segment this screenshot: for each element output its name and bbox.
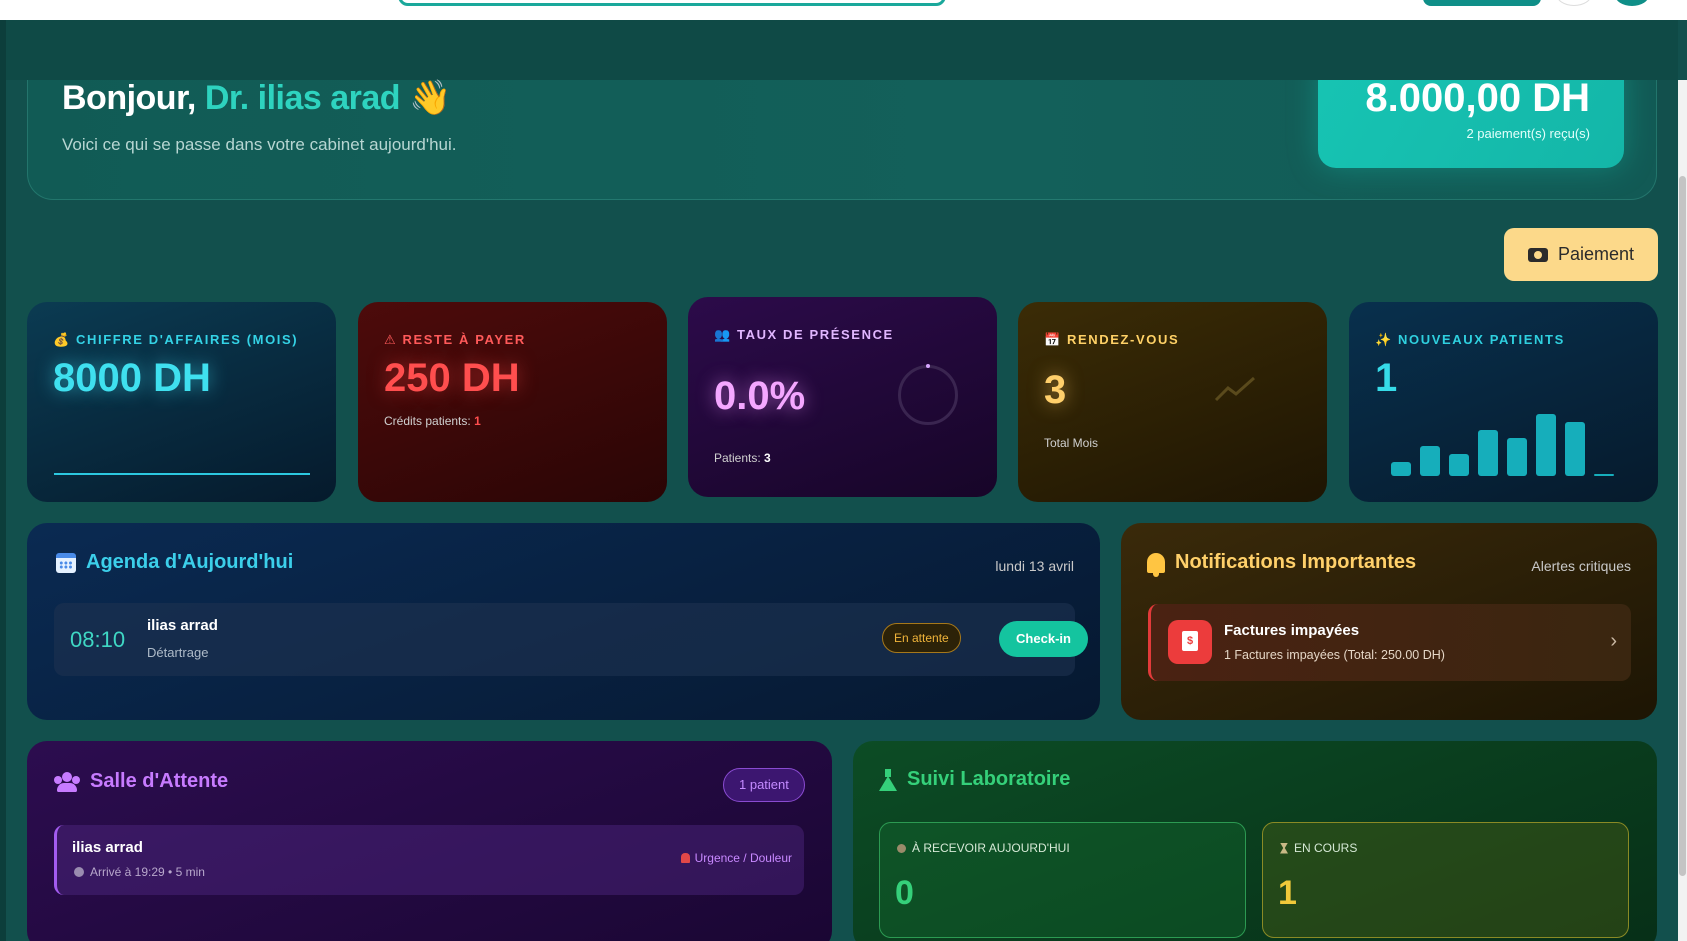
chart-bar bbox=[1565, 422, 1585, 476]
lab-receive-value: 0 bbox=[895, 874, 914, 912]
alert-description: 1 Factures impayées (Total: 250.00 DH) bbox=[1224, 648, 1445, 662]
stat-label: 💰 CHIFFRE D'AFFAIRES (MOIS) bbox=[53, 332, 299, 347]
stat-card-attendance: 👥 TAUX DE PRÉSENCE 0.0% Patients: 3 bbox=[688, 297, 997, 497]
notification-icon[interactable] bbox=[1556, 0, 1592, 6]
checkin-button[interactable]: Check-in bbox=[999, 621, 1088, 657]
waiting-room-title: Salle d'Attente bbox=[54, 770, 228, 793]
agenda-title: Agenda d'Aujourd'hui bbox=[56, 551, 293, 574]
clock-icon bbox=[74, 867, 84, 877]
chart-bar bbox=[1478, 430, 1498, 476]
stat-card-new-patients: ✨ NOUVEAUX PATIENTS 1 bbox=[1349, 302, 1658, 502]
payment-button[interactable]: Paiement bbox=[1504, 228, 1658, 281]
payment-button-label: Paiement bbox=[1557, 244, 1635, 264]
lab-inprogress-card[interactable]: EN COURS 1 bbox=[1262, 822, 1629, 938]
stat-value: 1 bbox=[1375, 356, 1398, 400]
package-icon bbox=[897, 843, 906, 853]
stat-card-due: ⚠ RESTE À PAYER 250 DH Crédits patients:… bbox=[358, 302, 667, 502]
waiting-patient-row[interactable]: ilias arrad Arrivé à 19:29 • 5 min Urgen… bbox=[54, 825, 804, 895]
stat-value: 250 DH bbox=[384, 356, 520, 400]
appointment-time: 08:10 bbox=[70, 627, 126, 652]
appointments-sub: Total Mois bbox=[1044, 436, 1099, 450]
bell-icon bbox=[1147, 552, 1165, 577]
stat-value: 3 bbox=[1044, 368, 1067, 412]
lab-panel: Suivi Laboratoire À RECEVOIR AUJOURD'HUI… bbox=[853, 741, 1657, 941]
alert-title: Factures impayées bbox=[1224, 622, 1360, 639]
patient-count-badge: 1 patient bbox=[723, 768, 805, 802]
trend-icon bbox=[1214, 376, 1255, 402]
agenda-panel: Agenda d'Aujourd'hui lundi 13 avril 08:1… bbox=[27, 523, 1100, 720]
chart-bar bbox=[1594, 474, 1614, 476]
chart-bar bbox=[1449, 454, 1469, 476]
lab-inprogress-label: EN COURS bbox=[1280, 841, 1357, 855]
sticky-header bbox=[6, 20, 1678, 80]
lab-receive-label: À RECEVOIR AUJOURD'HUI bbox=[897, 841, 1070, 855]
chart-bar bbox=[1391, 462, 1411, 476]
stat-value: 8000 DH bbox=[53, 356, 211, 400]
revenue-sparkline bbox=[54, 473, 310, 475]
waiting-patient-name: ilias arrad bbox=[72, 839, 143, 856]
stat-label: ⚠ RESTE À PAYER bbox=[384, 332, 526, 347]
chart-bar bbox=[1536, 414, 1556, 476]
attendance-ring-marker bbox=[926, 364, 930, 368]
scrollbar[interactable] bbox=[1678, 80, 1687, 941]
page-subtitle: Voici ce qui se passe dans votre cabinet… bbox=[62, 135, 457, 154]
waiting-room-panel: Salle d'Attente 1 patient ilias arrad Ar… bbox=[27, 741, 832, 941]
appointment-row[interactable]: 08:10 ilias arrad Détartrage En attente … bbox=[54, 603, 1088, 676]
search-input[interactable] bbox=[398, 0, 946, 6]
flask-icon bbox=[879, 768, 897, 791]
calendar-icon bbox=[56, 552, 76, 573]
hourglass-icon bbox=[1280, 842, 1288, 854]
notifications-panel: Notifications Importantes Alertes critiq… bbox=[1121, 523, 1657, 720]
agenda-date: lundi 13 avril bbox=[995, 558, 1074, 574]
credits-text: Crédits patients: 1 bbox=[384, 414, 481, 428]
chart-bar bbox=[1420, 446, 1440, 476]
revenue-payments-note: 2 paiement(s) reçu(s) bbox=[1466, 126, 1590, 141]
unpaid-invoices-alert[interactable]: Factures impayées 1 Factures impayées (T… bbox=[1148, 604, 1631, 681]
header-action-button[interactable] bbox=[1423, 0, 1541, 6]
top-bar bbox=[0, 0, 1687, 20]
stat-value: 0.0% bbox=[714, 374, 806, 418]
waiting-reason: Urgence / Douleur bbox=[680, 851, 792, 865]
scrollbar-thumb[interactable] bbox=[1679, 176, 1686, 876]
greeting-hello: Bonjour, bbox=[62, 79, 196, 117]
avatar[interactable] bbox=[1615, 0, 1649, 6]
lab-inprogress-value: 1 bbox=[1278, 874, 1297, 912]
stat-card-appointments: 📅 RENDEZ-VOUS 3 Total Mois bbox=[1018, 302, 1327, 502]
notifications-title: Notifications Importantes bbox=[1147, 551, 1416, 577]
page-title: Bonjour, Dr. ilias arad 👋 bbox=[62, 78, 451, 118]
stat-label: ✨ NOUVEAUX PATIENTS bbox=[1375, 332, 1565, 347]
stat-label: 👥 TAUX DE PRÉSENCE bbox=[714, 327, 894, 342]
patients-text: Patients: 3 bbox=[714, 451, 771, 465]
sidebar-edge bbox=[0, 20, 6, 941]
chevron-right-icon[interactable]: › bbox=[1610, 630, 1617, 653]
appointment-type: Détartrage bbox=[147, 645, 209, 660]
lab-title: Suivi Laboratoire bbox=[879, 768, 1070, 791]
lab-receive-card[interactable]: À RECEVOIR AUJOURD'HUI 0 bbox=[879, 822, 1246, 938]
stat-card-revenue: 💰 CHIFFRE D'AFFAIRES (MOIS) 8000 DH bbox=[27, 302, 336, 502]
doctor-name: Dr. ilias arad bbox=[204, 79, 401, 117]
invoice-icon bbox=[1168, 620, 1212, 664]
revenue-amount: 8.000,00 DH bbox=[1365, 76, 1590, 120]
users-icon bbox=[54, 771, 80, 792]
waiting-arrival: Arrivé à 19:29 • 5 min bbox=[74, 865, 205, 879]
stat-label: 📅 RENDEZ-VOUS bbox=[1044, 332, 1180, 347]
chart-bar bbox=[1507, 438, 1527, 476]
appointment-patient: ilias arrad bbox=[147, 617, 218, 634]
money-icon bbox=[1527, 247, 1548, 262]
wave-icon: 👋 bbox=[409, 79, 451, 117]
status-badge: En attente bbox=[882, 623, 961, 653]
attendance-ring bbox=[898, 365, 958, 425]
siren-icon bbox=[680, 853, 690, 863]
notifications-subtitle: Alertes critiques bbox=[1531, 558, 1631, 574]
